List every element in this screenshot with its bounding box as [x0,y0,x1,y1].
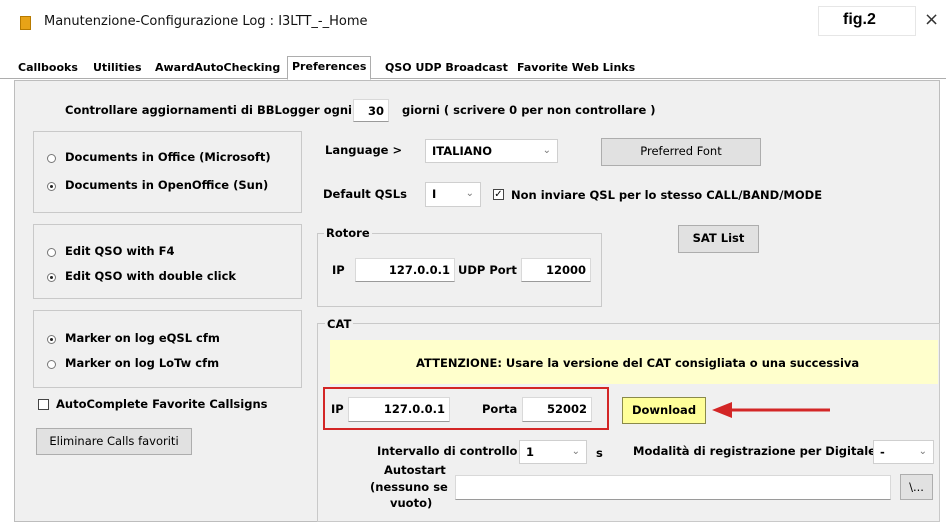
cat-notice-text: ATTENZIONE: Usare la versione del CAT co… [416,356,860,370]
marker-eqsl-radio[interactable] [47,335,56,344]
cat-legend: CAT [325,317,354,331]
window-title: Manutenzione-Configurazione Log : I3LTT_… [44,14,368,29]
cat-porta-input[interactable]: 52002 [522,397,592,422]
chevron-down-icon: ⌄ [918,446,927,457]
cat-ip-input[interactable]: 127.0.0.1 [348,397,450,422]
autocomplete-checkbox[interactable] [38,399,49,410]
autostart-browse-button[interactable]: \... [900,474,933,500]
chevron-down-icon: ⌄ [542,145,551,156]
autostart-label-line3: vuoto) [390,496,433,510]
digital-mode-value: - [880,445,885,459]
documents-office-radio[interactable] [47,154,56,163]
update-check-suffix: giorni ( scrivere 0 per non controllare … [402,103,656,117]
language-select[interactable]: ITALIANO ⌄ [425,139,558,163]
no-duplicate-qsl-label: Non inviare QSL per lo stesso CALL/BAND/… [511,188,823,202]
rotore-udp-port-input[interactable]: 12000 [521,258,591,282]
interval-unit: s [596,446,603,460]
chevron-down-icon: ⌄ [571,446,580,457]
close-icon[interactable]: × [924,9,939,30]
marker-lotw-label: Marker on log LoTw cfm [65,356,220,370]
edit-qso-group [33,224,302,299]
documents-group [33,131,302,213]
interval-value: 1 [526,445,535,459]
tab-preferences[interactable]: Preferences [287,56,372,80]
language-label: Language > [325,143,403,157]
tab-qso-udp-broadcast[interactable]: QSO UDP Broadcast [381,58,512,77]
no-duplicate-qsl-checkbox[interactable]: ✓ [493,189,504,200]
marker-group [33,310,302,388]
digital-mode-select[interactable]: - ⌄ [873,440,934,464]
cat-porta-label: Porta [482,402,518,416]
tab-utilities[interactable]: Utilities [89,58,146,77]
remove-favorite-calls-button[interactable]: Eliminare Calls favoriti [36,428,192,455]
edit-qso-f4-radio[interactable] [47,248,56,257]
default-qsls-value: I [432,187,437,201]
interval-select[interactable]: 1 ⌄ [519,440,587,464]
edit-qso-f4-label: Edit QSO with F4 [65,244,175,258]
update-days-input[interactable]: 30 [353,99,389,122]
rotore-udp-port-label: UDP Port [458,263,517,277]
marker-eqsl-label: Marker on log eQSL cfm [65,331,220,345]
tab-award-autochecking[interactable]: AwardAutoChecking [151,58,284,77]
red-arrow-icon [712,402,830,418]
figure-label: fig.2 [843,11,876,28]
tab-favorite-web-links[interactable]: Favorite Web Links [513,58,639,77]
chevron-down-icon: ⌄ [465,188,474,199]
cat-ip-label: IP [331,402,344,416]
autostart-label-line2: (nessuno se [370,480,448,494]
digital-mode-label: Modalità di registrazione per Digitale [633,444,876,458]
interval-label: Intervallo di controllo [377,444,518,458]
title-bar: Manutenzione-Configurazione Log : I3LTT_… [0,0,946,40]
sat-list-button[interactable]: SAT List [678,225,759,253]
autostart-label-line1: Autostart [384,463,446,477]
marker-lotw-radio[interactable] [47,360,56,369]
rotore-ip-input[interactable]: 127.0.0.1 [355,258,455,282]
edit-qso-doubleclick-label: Edit QSO with double click [65,269,237,283]
app-icon [20,16,31,30]
autocomplete-label: AutoComplete Favorite Callsigns [56,397,268,411]
default-qsls-label: Default QSLs [323,187,407,201]
tab-strip: Callbooks Utilities AwardAutoChecking Pr… [0,56,946,80]
rotore-ip-label: IP [332,263,345,277]
preferred-font-button[interactable]: Preferred Font [601,138,761,166]
default-qsls-select[interactable]: I ⌄ [425,182,481,207]
edit-qso-doubleclick-radio[interactable] [47,273,56,282]
documents-openoffice-radio[interactable] [47,182,56,191]
download-button[interactable]: Download [622,397,706,424]
tab-callbooks[interactable]: Callbooks [14,58,82,77]
documents-openoffice-label: Documents in OpenOffice (Sun) [65,178,269,192]
autostart-input[interactable] [455,475,891,500]
rotore-legend: Rotore [324,226,372,240]
documents-office-label: Documents in Office (Microsoft) [65,150,271,164]
language-value: ITALIANO [432,144,493,158]
update-check-label: Controllare aggiornamenti di BBLogger og… [65,103,352,117]
